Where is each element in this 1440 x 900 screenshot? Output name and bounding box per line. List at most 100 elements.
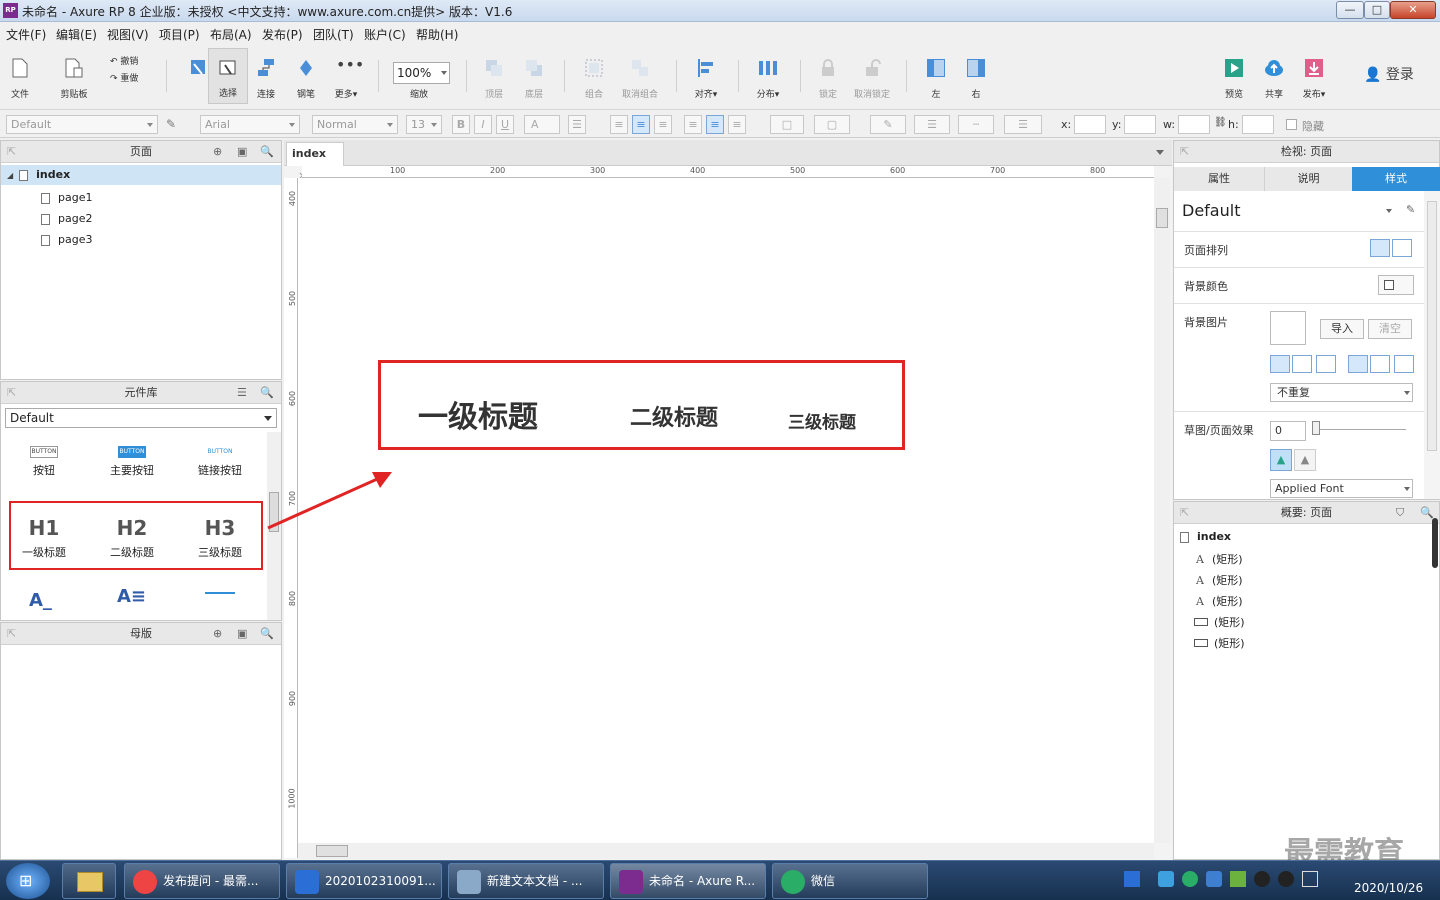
minimize-button[interactable]: — bbox=[1336, 1, 1364, 19]
fill-color-button[interactable]: □ bbox=[770, 115, 804, 134]
menu-help[interactable]: 帮助(H) bbox=[416, 26, 458, 43]
taskbar-item-chrome[interactable]: 发布提问 - 最需... bbox=[124, 863, 280, 899]
add-master-icon[interactable]: ⊕ bbox=[213, 623, 222, 645]
search-icon[interactable]: 🔍 bbox=[260, 382, 274, 404]
hidden-checkbox[interactable] bbox=[1286, 119, 1297, 130]
grayscale-mode-button[interactable]: ▲ bbox=[1294, 449, 1316, 471]
valign-middle-button[interactable]: ≡ bbox=[706, 115, 724, 134]
page-tree-item[interactable]: page1 bbox=[41, 191, 92, 204]
explorer-button[interactable] bbox=[62, 863, 116, 899]
color-mode-button[interactable]: ▲ bbox=[1270, 449, 1292, 471]
login-button[interactable]: 👤 登录 bbox=[1364, 64, 1414, 84]
weight-select[interactable]: Normal bbox=[312, 115, 398, 134]
security-icon[interactable] bbox=[1206, 871, 1222, 887]
widget-link-button[interactable]: BUTTON 链接按钮 bbox=[180, 446, 260, 478]
page-tree-item[interactable]: page2 bbox=[41, 212, 92, 225]
taskbar-item-word[interactable]: 2020102310091... bbox=[286, 863, 442, 899]
canvas-vertical-scrollbar[interactable] bbox=[1154, 178, 1170, 843]
add-page-icon[interactable]: ⊕ bbox=[213, 141, 222, 163]
menu-view[interactable]: 视图(V) bbox=[107, 26, 149, 43]
h-input[interactable] bbox=[1242, 115, 1274, 134]
search-icon[interactable]: 🔍 bbox=[260, 141, 274, 163]
style-name[interactable]: Default bbox=[1182, 201, 1240, 220]
qq-icon[interactable] bbox=[1254, 871, 1270, 887]
page-tree-item[interactable]: page3 bbox=[41, 233, 92, 246]
menu-edit[interactable]: 编辑(E) bbox=[56, 26, 97, 43]
outline-item[interactable]: A (矩形) bbox=[1196, 593, 1243, 609]
bg-color-picker[interactable] bbox=[1378, 275, 1414, 295]
list-button[interactable]: ☰ bbox=[568, 115, 586, 134]
canvas-horizontal-scrollbar[interactable] bbox=[298, 843, 1154, 859]
font-select[interactable]: Arial bbox=[200, 115, 300, 134]
bg-pos-center-button[interactable] bbox=[1292, 355, 1312, 373]
more-button[interactable]: ••• 更多▾ bbox=[326, 48, 366, 104]
valign-top-button[interactable]: ≡ bbox=[684, 115, 702, 134]
clock-date[interactable]: 2020/10/26 bbox=[1354, 881, 1423, 895]
font-size-select[interactable]: 13 bbox=[406, 115, 442, 134]
sketch-slider-thumb[interactable] bbox=[1312, 421, 1320, 435]
tab-properties[interactable]: 属性 bbox=[1174, 167, 1264, 191]
group-button[interactable]: 组合 bbox=[574, 48, 614, 104]
menu-team[interactable]: 团队(T) bbox=[313, 26, 354, 43]
style-select[interactable]: Default bbox=[6, 115, 158, 134]
unlock-button[interactable]: 取消锁定 bbox=[852, 48, 892, 104]
font-color-button[interactable]: A bbox=[524, 115, 560, 134]
line-widget-icon[interactable] bbox=[205, 592, 235, 594]
bg-pos-top-button[interactable] bbox=[1348, 355, 1368, 373]
menu-account[interactable]: 账户(C) bbox=[364, 26, 406, 43]
canvas-h1[interactable]: 一级标题 bbox=[418, 392, 538, 436]
network-icon[interactable] bbox=[1302, 871, 1318, 887]
outline-item[interactable]: (矩形) bbox=[1194, 635, 1245, 651]
menu-layout[interactable]: 布局(A) bbox=[210, 26, 252, 43]
bg-pos-right-button[interactable] bbox=[1316, 355, 1336, 373]
align-button[interactable]: 对齐▾ bbox=[686, 48, 726, 104]
widget-primary-button[interactable]: BUTTON 主要按钮 bbox=[92, 446, 172, 478]
add-folder-icon[interactable]: ▣ bbox=[237, 623, 247, 645]
text-label-widget-icon[interactable]: A_ bbox=[29, 590, 52, 611]
send-to-bottom-button[interactable]: 底层 bbox=[514, 48, 554, 104]
shadow-button[interactable]: ▢ bbox=[814, 115, 850, 134]
menu-publish[interactable]: 发布(P) bbox=[262, 26, 303, 43]
sketch-slider-track[interactable] bbox=[1314, 429, 1406, 430]
italic-button[interactable]: I bbox=[474, 115, 492, 134]
taskbar-item-notepad[interactable]: 新建文本文档 - ... bbox=[448, 863, 604, 899]
clipboard-button[interactable]: 剪贴板 bbox=[54, 48, 94, 104]
align-text-left-button[interactable]: ≡ bbox=[610, 115, 628, 134]
outline-item[interactable]: A (矩形) bbox=[1196, 551, 1243, 567]
bg-pos-middle-button[interactable] bbox=[1370, 355, 1390, 373]
pin-icon[interactable]: ⇱ bbox=[7, 623, 16, 645]
design-canvas[interactable]: 一级标题 二级标题 三级标题 bbox=[298, 178, 1154, 843]
scrollbar-thumb[interactable] bbox=[1156, 208, 1168, 228]
paragraph-widget-icon[interactable]: A≡ bbox=[117, 586, 146, 607]
arrow-style-button[interactable]: ☰ bbox=[1004, 115, 1042, 134]
valign-bottom-button[interactable]: ≡ bbox=[728, 115, 746, 134]
input-method-icon[interactable] bbox=[1124, 871, 1140, 887]
bold-button[interactable]: B bbox=[452, 115, 470, 134]
tray-app-icon[interactable] bbox=[1158, 871, 1174, 887]
applied-font-select[interactable]: Applied Font bbox=[1270, 479, 1413, 498]
bg-pos-bottom-button[interactable] bbox=[1394, 355, 1414, 373]
tab-style[interactable]: 样式 bbox=[1352, 167, 1440, 191]
line-style-button[interactable]: ┄ bbox=[958, 115, 994, 134]
library-select[interactable]: Default bbox=[5, 408, 277, 428]
wechat-tray-icon[interactable] bbox=[1182, 871, 1198, 887]
search-icon[interactable]: 🔍 bbox=[260, 623, 274, 645]
bg-image-preview[interactable] bbox=[1270, 311, 1306, 345]
distribute-button[interactable]: 分布▾ bbox=[748, 48, 788, 104]
style-edit-icon[interactable]: ✎ bbox=[1406, 203, 1415, 216]
taskbar-item-wechat[interactable]: 微信 bbox=[772, 863, 928, 899]
filter-icon[interactable]: ⛉ bbox=[1396, 502, 1404, 524]
widget-button[interactable]: BUTTON 按钮 bbox=[4, 446, 84, 478]
collapse-icon[interactable]: ◢ bbox=[7, 171, 13, 180]
tab-menu-chevron-icon[interactable] bbox=[1156, 150, 1164, 159]
inspector-scrollbar[interactable] bbox=[1424, 191, 1440, 499]
page-align-left-button[interactable] bbox=[1370, 239, 1390, 257]
undo-button[interactable]: ↶ 撤销 bbox=[110, 54, 138, 67]
outline-item[interactable]: (矩形) bbox=[1194, 614, 1245, 630]
pin-icon[interactable]: ⇱ bbox=[7, 141, 16, 163]
page-align-center-button[interactable] bbox=[1392, 239, 1412, 257]
sketch-input[interactable]: 0 bbox=[1270, 421, 1306, 441]
taskbar-item-axure[interactable]: 未命名 - Axure R... bbox=[610, 863, 766, 899]
import-button[interactable]: 导入 bbox=[1320, 319, 1364, 339]
pin-icon[interactable]: ⇱ bbox=[1180, 502, 1189, 524]
